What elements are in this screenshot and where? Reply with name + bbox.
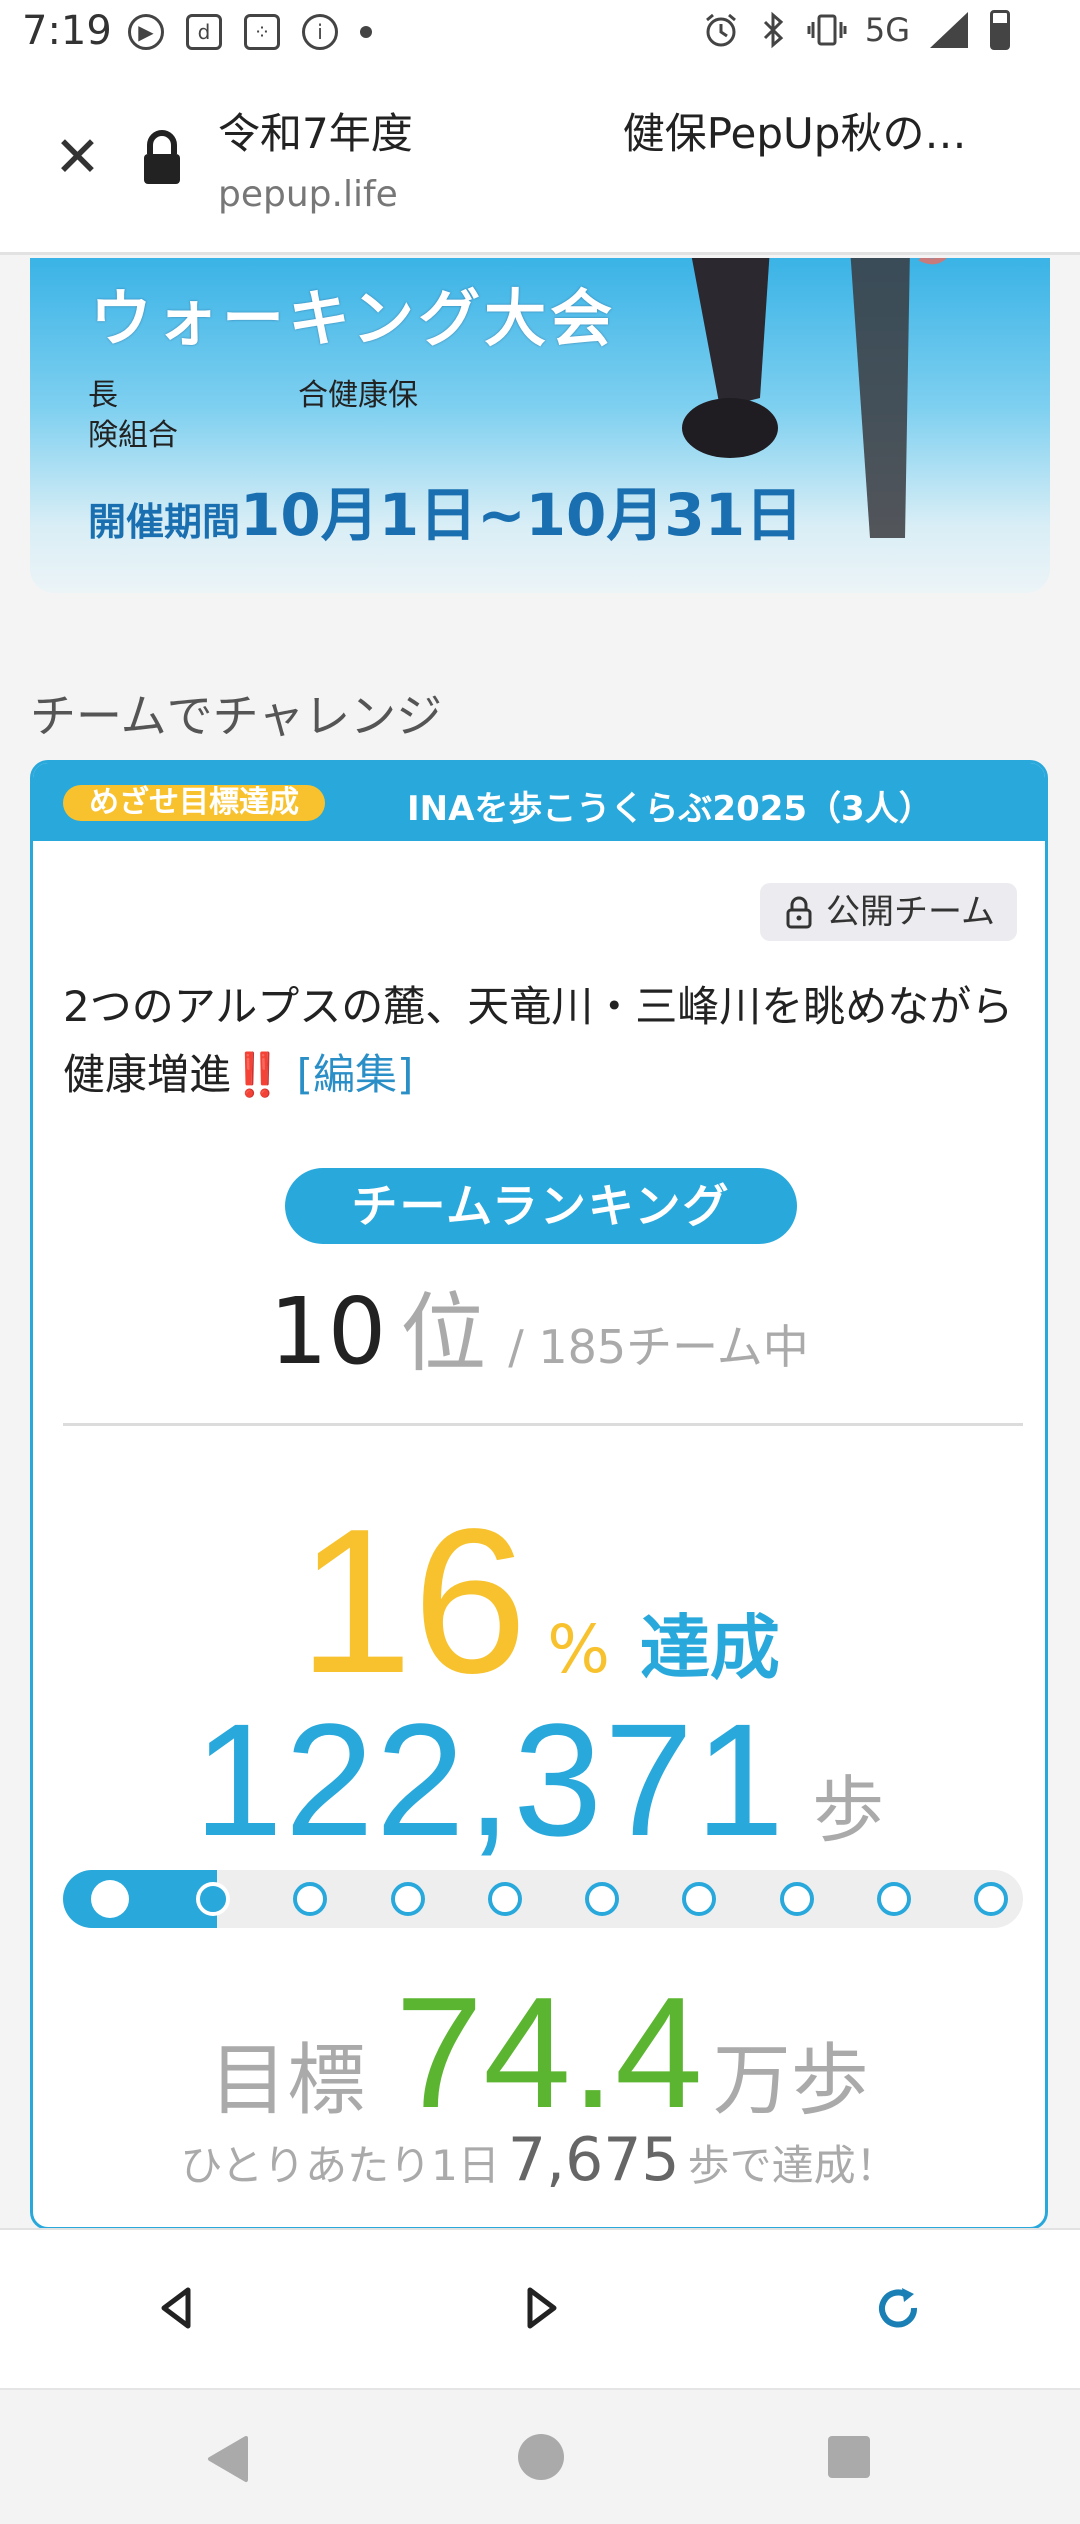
system-nav-bar <box>0 2388 1080 2524</box>
steps-value: 122,371 <box>193 1690 787 1869</box>
browser-toolbar: ✕ 令和7年度 健保PepUp秋の… pepup.life <box>0 70 1080 255</box>
progress-milestone <box>488 1882 522 1916</box>
team-header: めざせ目標達成 INAを歩こうくらぶ2025（3人） <box>33 763 1045 841</box>
forward-triangle-icon[interactable] <box>526 2286 560 2330</box>
team-name[interactable]: INAを歩こうくらぶ2025（3人） <box>407 781 933 830</box>
close-icon[interactable]: ✕ <box>54 130 101 186</box>
status-right-icons: 5G <box>701 10 1010 50</box>
period-label: 開催期間 <box>88 500 241 544</box>
daily-prefix: ひとりあたり1日 <box>180 2141 500 2190</box>
progress-milestone <box>877 1882 911 1916</box>
page-title[interactable]: 令和7年度 健保PepUp秋の… <box>218 100 1038 161</box>
daily-target: ひとりあたり1日 7,675 歩で達成！ <box>33 2125 1045 2195</box>
event-banner: ウォーキング大会 長 合健康保 険組合 開催期間10月1日~10月31日 <box>30 258 1050 593</box>
edit-link[interactable]: [編集] <box>297 1050 414 1099</box>
dot-icon <box>360 26 372 38</box>
rank-display: 10 位 / 185チーム中 <box>33 1263 1045 1388</box>
lock-open-icon <box>786 896 812 929</box>
org-line1: 長 合健康保 <box>88 378 418 413</box>
bluetooth-icon <box>763 11 784 49</box>
description-text: 2つのアルプスの麓、天竜川・三峰川を眺めながら健康増進 <box>63 982 1014 1099</box>
exclamation-icon: ‼️ <box>231 1050 284 1099</box>
steps-unit: 歩 <box>812 1768 885 1852</box>
daily-value: 7,675 <box>507 2125 680 2195</box>
rank-unit: 位 <box>400 1284 487 1384</box>
target-label: 目標 <box>209 2036 366 2126</box>
section-heading: チームでチャレンジ <box>30 689 443 743</box>
target-unit: 万歩 <box>712 2036 869 2126</box>
achievement-word: 達成 <box>639 1607 780 1689</box>
status-bar: 7:19 ▶ d ⁘ i 5G <box>0 0 1080 70</box>
team-card: めざせ目標達成 INAを歩こうくらぶ2025（3人） 公開チーム 2つのアルプス… <box>30 760 1048 2230</box>
progress-milestone <box>293 1882 327 1916</box>
progress-milestone <box>780 1882 814 1916</box>
target-value: 74.4 <box>395 1965 703 2141</box>
achievement-display: 16% 達成 <box>33 1483 1045 1720</box>
progress-milestone <box>682 1882 716 1916</box>
banner-organization: 長 合健康保 険組合 <box>88 376 508 456</box>
bottom-toolbar <box>0 2228 1080 2390</box>
back-triangle-icon[interactable] <box>158 2286 192 2330</box>
rank-total: / 185チーム中 <box>508 1320 809 1374</box>
dice-icon: ⁘ <box>244 14 280 50</box>
reload-icon[interactable] <box>872 2282 924 2334</box>
vibrate-icon <box>807 14 847 46</box>
nav-recents-icon[interactable] <box>826 2434 872 2480</box>
banner-title: ウォーキング大会 <box>90 282 617 355</box>
progress-knob <box>91 1880 129 1918</box>
period-value: 10月1日~10月31日 <box>240 481 804 549</box>
team-description: 2つのアルプスの麓、天竜川・三峰川を眺めながら健康増進‼️ [編集] <box>63 973 1023 1109</box>
status-left-icons: ▶ d ⁘ i <box>128 14 372 50</box>
rank-value: 10 <box>269 1278 387 1385</box>
alarm-icon <box>705 13 736 47</box>
d-icon: d <box>186 14 222 50</box>
network-type: 5G <box>864 11 910 49</box>
progress-milestone <box>585 1882 619 1916</box>
progress-fill <box>63 1870 217 1928</box>
info-icon: i <box>302 14 338 50</box>
achievement-percent: 16 <box>298 1486 528 1716</box>
nav-home-icon[interactable] <box>516 2432 566 2482</box>
org-line2: 険組合 <box>88 418 178 453</box>
daily-suffix: 歩で達成！ <box>687 2141 898 2190</box>
progress-bar <box>63 1870 1023 1928</box>
page-url[interactable]: pepup.life <box>218 174 398 215</box>
divider <box>63 1423 1023 1426</box>
percent-symbol: % <box>547 1611 610 1688</box>
runner-leg2-image <box>850 258 947 538</box>
target-display: 目標 74.4 万歩 <box>33 1963 1045 2144</box>
public-badge-label: 公開チーム <box>826 892 995 932</box>
banner-period: 開催期間10月1日~10月31日 <box>88 468 803 552</box>
progress-milestone <box>196 1882 230 1916</box>
progress-milestone <box>391 1882 425 1916</box>
steps-display: 122,371 歩 <box>33 1688 1045 1872</box>
play-icon: ▶ <box>128 14 164 50</box>
lock-icon[interactable] <box>140 128 184 188</box>
signal-icon <box>930 12 968 48</box>
progress-milestone <box>974 1882 1008 1916</box>
battery-icon <box>990 10 1010 50</box>
goal-badge: めざせ目標達成 <box>63 785 325 821</box>
status-time: 7:19 <box>22 8 112 54</box>
team-ranking-button[interactable]: チームランキング <box>285 1168 797 1244</box>
nav-back-icon[interactable] <box>204 2434 250 2484</box>
runner-leg-image <box>682 258 778 458</box>
public-team-badge: 公開チーム <box>760 883 1017 941</box>
